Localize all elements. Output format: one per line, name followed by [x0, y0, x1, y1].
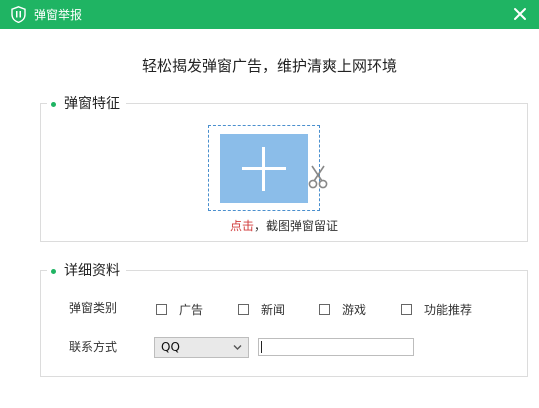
bullet-dot-icon — [51, 268, 56, 274]
features-legend: 弹窗特征 — [47, 95, 126, 113]
checkbox-label: 广告 — [179, 303, 204, 317]
checkbox-label: 新闻 — [261, 303, 286, 317]
bullet-dot-icon — [51, 101, 56, 107]
window-title: 弹窗举报 — [34, 8, 83, 22]
popup-features-panel: 弹窗特征 点击，截图弹窗留证 — [40, 95, 528, 242]
category-label: 弹窗类别 — [69, 301, 118, 315]
checkbox-label: 功能推荐 — [424, 303, 473, 317]
close-icon[interactable] — [513, 7, 527, 21]
contact-type-select[interactable]: QQ — [154, 337, 249, 358]
category-checkbox-ad[interactable]: 广告 — [156, 301, 203, 318]
details-legend: 详细资料 — [47, 262, 126, 280]
category-checkbox-game[interactable]: 游戏 — [319, 301, 366, 318]
hint-text: ，截图弹窗留证 — [254, 219, 339, 233]
checkbox[interactable] — [319, 304, 330, 315]
checkbox-label: 游戏 — [342, 303, 367, 317]
features-legend-label: 弹窗特征 — [64, 96, 120, 112]
contact-label: 联系方式 — [69, 340, 118, 354]
hint-click-link[interactable]: 点击 — [230, 219, 254, 233]
screenshot-capture-button[interactable] — [220, 134, 308, 203]
checkbox[interactable] — [401, 304, 412, 315]
scissors-icon[interactable] — [307, 164, 329, 190]
contact-type-value: QQ — [161, 340, 180, 354]
category-checkbox-feature[interactable]: 功能推荐 — [401, 301, 472, 318]
capture-hint: 点击，截图弹窗留证 — [41, 217, 527, 234]
category-checkbox-news[interactable]: 新闻 — [238, 301, 285, 318]
page-headline: 轻松揭发弹窗广告，维护清爽上网环境 — [141, 57, 397, 75]
details-legend-label: 详细资料 — [64, 263, 120, 279]
contact-input[interactable] — [258, 338, 414, 356]
shield-logo-icon — [11, 6, 26, 23]
text-caret — [261, 341, 262, 353]
checkbox[interactable] — [156, 304, 167, 315]
title-bar: 弹窗举报 — [0, 0, 539, 29]
details-panel: 详细资料 弹窗类别 广告 新闻 游戏 功能推荐 联系方式 QQ — [40, 262, 528, 377]
chevron-down-icon — [233, 345, 242, 350]
checkbox[interactable] — [238, 304, 249, 315]
